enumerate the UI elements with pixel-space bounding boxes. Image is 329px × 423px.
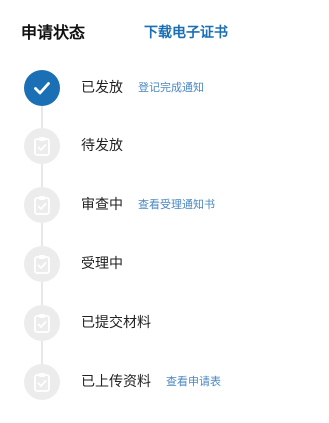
timeline-step-materials-submitted: 已提交材料 <box>0 303 329 343</box>
check-icon <box>24 70 60 106</box>
step-label: 已上传资料 <box>81 374 151 390</box>
page-title: 申请状态 <box>21 23 86 42</box>
clipboard-check-icon <box>24 128 60 164</box>
timeline-step-accepting: 受理中 <box>0 244 329 284</box>
timeline-step-under-review: 审查中 查看受理通知书 <box>0 185 329 225</box>
timeline-step-files-uploaded: 已上传资料 查看申请表 <box>0 362 329 402</box>
clipboard-check-icon <box>24 364 60 400</box>
acceptance-notice-link[interactable]: 查看受理通知书 <box>138 185 215 225</box>
registration-notice-link[interactable]: 登记完成通知 <box>138 68 204 108</box>
timeline-step-pending-issue: 待发放 <box>0 126 329 166</box>
step-label: 审查中 <box>81 197 123 213</box>
step-label: 已发放 <box>81 80 123 96</box>
clipboard-check-icon <box>24 305 60 341</box>
application-form-link[interactable]: 查看申请表 <box>166 362 221 402</box>
clipboard-check-icon <box>24 246 60 282</box>
step-label: 受理中 <box>81 256 123 272</box>
timeline-step-issued: 已发放 登记完成通知 <box>0 68 329 108</box>
step-label: 待发放 <box>81 138 123 154</box>
header: 申请状态 下载电子证书 <box>21 21 315 45</box>
step-label: 已提交材料 <box>81 315 151 331</box>
download-certificate-link[interactable]: 下载电子证书 <box>144 21 228 45</box>
clipboard-check-icon <box>24 187 60 223</box>
